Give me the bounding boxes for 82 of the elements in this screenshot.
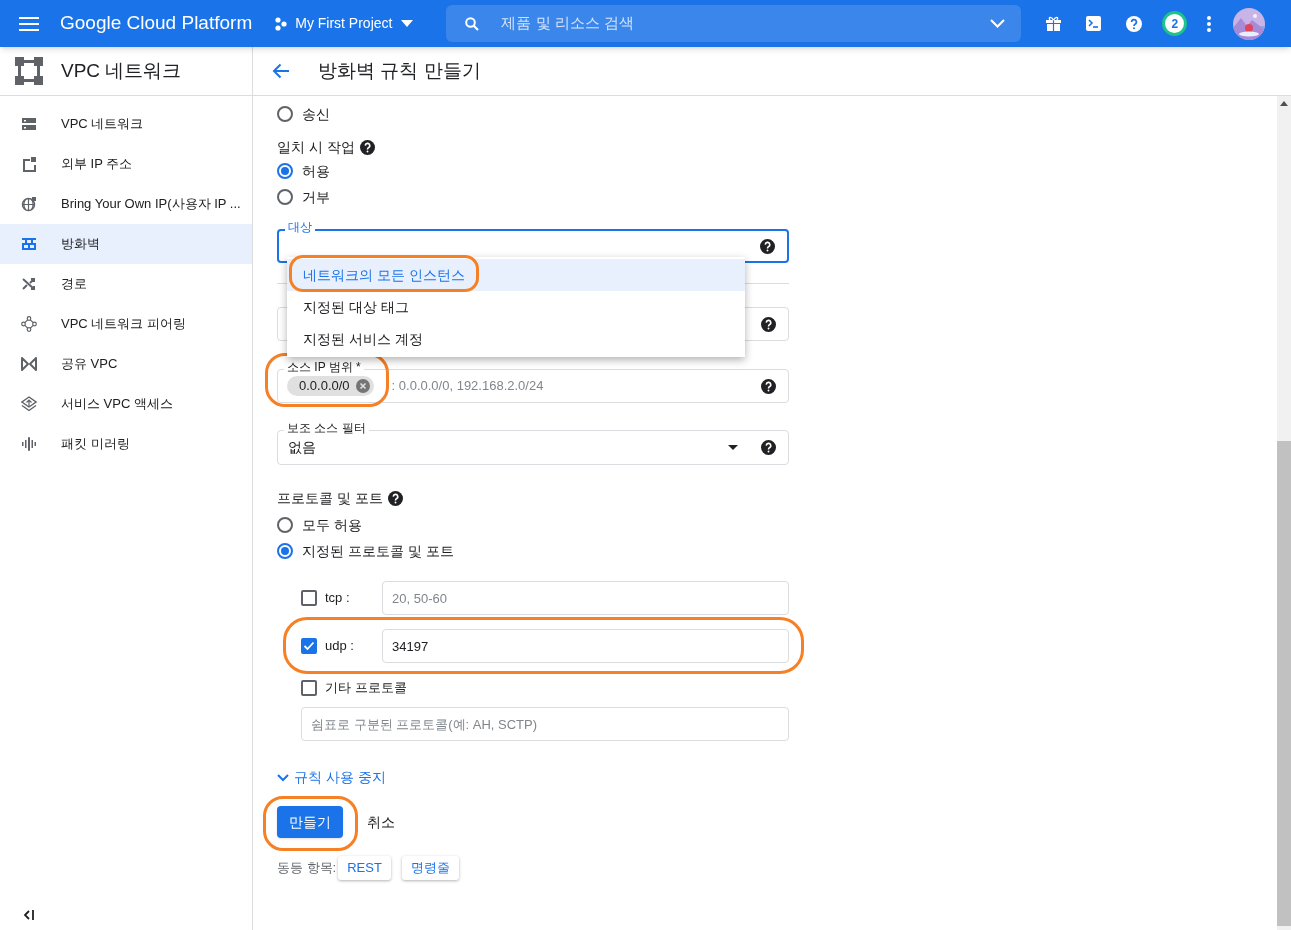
port-field[interactable]: 20, 50-60 — [382, 581, 789, 615]
caret-icon — [401, 20, 414, 27]
back-arrow-icon[interactable] — [272, 63, 290, 79]
search-icon — [465, 16, 480, 31]
checkbox-label: udp : — [325, 637, 355, 656]
ip-input[interactable]: : 0.0.0.0/0, 192.168.2.0/24 — [379, 376, 755, 396]
help-icon[interactable] — [761, 316, 776, 332]
peering-icon — [21, 316, 37, 332]
sidebar-item[interactable]: Bring Your Own IP(사용자 IP ... — [0, 184, 252, 224]
chevron-down-icon — [277, 773, 289, 782]
cancel-button[interactable]: 취소 — [367, 811, 395, 833]
hexagon-dots-icon — [274, 16, 289, 31]
sidebar-item[interactable]: 방화벽 — [0, 224, 252, 264]
layers-icon — [21, 396, 37, 412]
more-vert-icon[interactable] — [1207, 15, 1212, 32]
scrollbar-thumb[interactable] — [1277, 441, 1291, 926]
checkbox[interactable] — [301, 590, 317, 606]
radio-button[interactable] — [277, 106, 293, 122]
section-label: 일치 시 작업 — [277, 137, 355, 157]
shuffle-icon — [21, 276, 37, 292]
search-field[interactable]: 제품 및 리소스 검색 — [446, 5, 1022, 42]
field-label: 보조 소스 필터 — [284, 421, 369, 435]
sidebar-title: VPC 네트워크 — [61, 58, 182, 83]
sidebar-item[interactable]: VPC 네트워크 피어링 — [0, 304, 252, 344]
menu-item[interactable]: 지정된 서비스 계정 — [287, 323, 745, 355]
menu-icon[interactable] — [19, 16, 39, 31]
menu-item[interactable]: 지정된 대상 태그 — [287, 291, 745, 323]
page-title: 방화벽 규칙 만들기 — [318, 58, 481, 83]
help-icon[interactable] — [387, 490, 403, 506]
protocol-field[interactable]: 쉼표로 구분된 프로토콜(예: AH, SCTP) — [301, 707, 789, 741]
caret-icon — [728, 445, 738, 450]
port-field[interactable]: 34197 — [382, 629, 789, 663]
sidebar-item[interactable]: 경로 — [0, 264, 252, 304]
firewall-icon — [21, 236, 37, 252]
product-name[interactable]: Google Cloud Platform — [60, 9, 253, 38]
radio-button[interactable] — [277, 543, 293, 559]
field-label: 대상 — [285, 220, 315, 234]
radio-label: 지정된 프로토콜 및 포트 — [302, 541, 454, 561]
bowtie-icon — [21, 356, 37, 372]
equivalent-label: 동등 항목: — [277, 859, 337, 878]
terminal-icon[interactable] — [1086, 16, 1102, 31]
radio-label: 모두 허용 — [302, 515, 362, 535]
checkbox-label: 기타 프로토콜 — [325, 679, 407, 698]
radio-button[interactable] — [277, 517, 293, 533]
network-nodes-icon — [15, 57, 43, 85]
equivalent-link[interactable]: REST — [338, 856, 391, 880]
gift-icon[interactable] — [1046, 16, 1062, 31]
section-label: 프로토콜 및 포트 — [277, 488, 383, 508]
field-label: 소스 IP 범위 * — [284, 360, 364, 374]
sidebar-item[interactable]: 서비스 VPC 액세스 — [0, 384, 252, 424]
collapse-icon[interactable] — [23, 910, 34, 920]
globe-icon — [21, 196, 37, 212]
radio-label: 허용 — [302, 161, 330, 181]
remove-icon[interactable] — [355, 379, 370, 393]
scroll-up-icon[interactable] — [1280, 101, 1288, 106]
radio-button[interactable] — [277, 163, 293, 179]
help-icon[interactable] — [359, 139, 375, 155]
mirroring-icon — [21, 436, 37, 452]
sidebar-item[interactable]: VPC 네트워크 — [0, 104, 252, 144]
checkbox[interactable] — [301, 680, 317, 696]
search-input[interactable]: 제품 및 리소스 검색 — [501, 12, 991, 35]
create-button[interactable]: 만들기 — [277, 806, 343, 838]
equivalent-link[interactable]: 명령줄 — [401, 856, 459, 880]
scrollbar[interactable] — [1277, 96, 1291, 930]
sidebar-item[interactable]: 외부 IP 주소 — [0, 144, 252, 184]
sidebar-item[interactable]: 패킷 미러링 — [0, 424, 252, 464]
radio-button[interactable] — [277, 189, 293, 205]
sidebar-item[interactable]: 공유 VPC — [0, 344, 252, 384]
radio-label: 송신 — [302, 104, 330, 124]
checkbox-label: tcp : — [325, 589, 351, 608]
help-icon[interactable] — [760, 238, 775, 254]
radio-label: 거부 — [302, 187, 330, 207]
server-icon — [21, 116, 37, 132]
ip-chip[interactable]: 0.0.0.0/0 — [287, 376, 374, 396]
disable-rule-link[interactable]: 규칙 사용 중지 — [277, 767, 386, 788]
chevron-down-icon[interactable] — [990, 19, 1006, 28]
project-selector[interactable]: My First Project — [274, 13, 414, 34]
help-icon[interactable] — [761, 440, 776, 455]
help-icon[interactable] — [761, 378, 776, 394]
notification-count[interactable]: 2 — [1162, 11, 1188, 36]
address-icon — [21, 156, 37, 172]
checkbox[interactable] — [301, 638, 317, 654]
